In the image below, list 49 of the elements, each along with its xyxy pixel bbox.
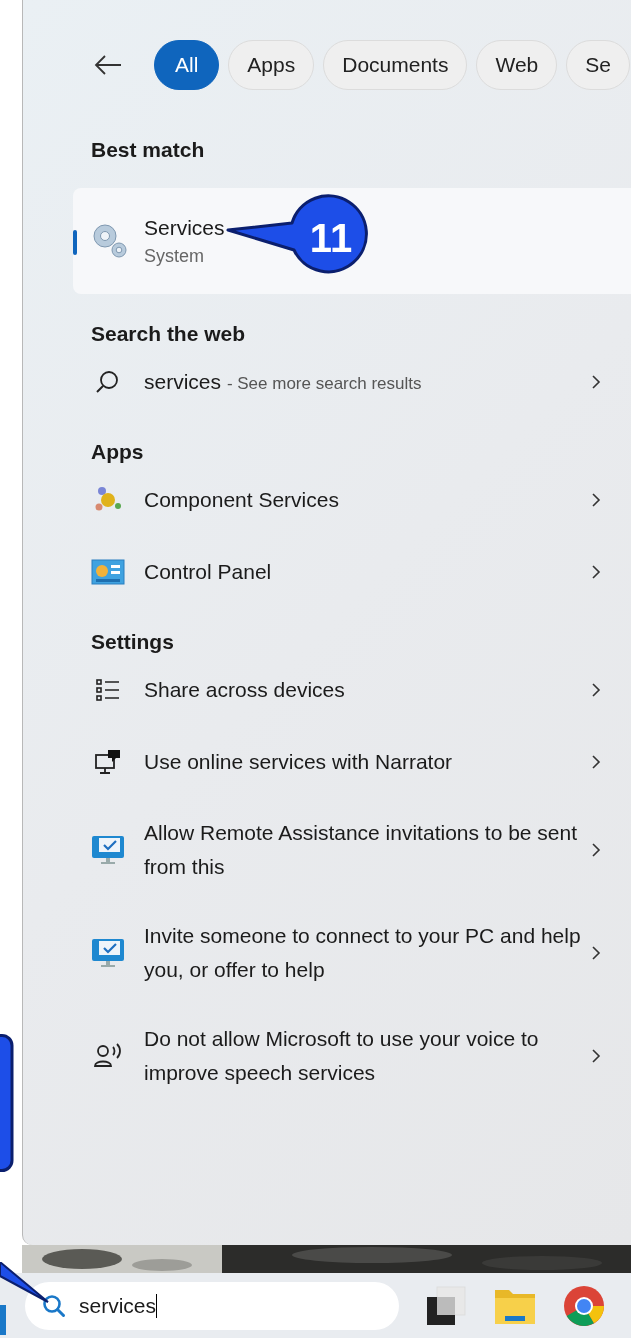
selection-indicator — [73, 230, 77, 255]
task-view-icon[interactable] — [425, 1284, 467, 1327]
result-title: Services — [144, 215, 225, 240]
settings-result[interactable]: Share across devices — [91, 654, 631, 726]
section-heading: Settings — [91, 630, 175, 654]
settings-result[interactable]: Use online services with Narrator — [91, 726, 631, 798]
monitor-check-icon — [91, 833, 125, 866]
result-label: Invite someone to connect to your PC and help you, or offer to help — [144, 922, 582, 983]
result-label: Share across devices — [144, 677, 346, 703]
app-result[interactable]: Component Services — [91, 464, 631, 536]
result-subtitle: System — [144, 245, 205, 267]
callout-number: 11 — [309, 216, 353, 260]
chevron-icon — [591, 374, 601, 390]
filter-tab[interactable]: Se — [566, 40, 630, 90]
chevron-icon — [591, 1047, 601, 1064]
gears-icon — [90, 221, 130, 261]
chevron-icon — [591, 682, 601, 698]
result-label: Control Panel — [144, 560, 273, 584]
filter-tab[interactable]: Documents — [323, 40, 468, 90]
result-label: Allow Remote Assistance invitations to be sent from this — [144, 819, 579, 880]
section-heading: Best match — [91, 138, 206, 162]
chevron-icon — [591, 564, 601, 580]
filter-tab[interactable]: Web — [476, 40, 558, 90]
chevron-icon — [591, 944, 601, 961]
filter-tab[interactable]: All — [154, 40, 220, 90]
section-heading: Search the web — [91, 322, 247, 346]
filter-tab[interactable]: Apps — [228, 40, 315, 90]
settings-result[interactable]: Invite someone to connect to your PC and help you, or offer to help — [91, 901, 631, 1004]
chevron-icon — [591, 841, 601, 858]
search-icon — [41, 1292, 67, 1319]
back-arrow-icon[interactable] — [93, 54, 123, 76]
section-heading: Apps — [91, 440, 145, 464]
browser-icon[interactable] — [563, 1284, 605, 1327]
result-label: Use online services with Narrator — [144, 749, 454, 775]
control-panel-icon — [91, 559, 125, 585]
web-search-query: services - See more search results — [144, 370, 423, 394]
settings-result[interactable]: Do not allow Microsoft to use your voice to improve speech services — [91, 1004, 631, 1107]
result-label: Do not allow Microsoft to use your voice to improve speech services — [144, 1025, 540, 1086]
chevron-icon — [591, 754, 601, 770]
callout-pointer — [0, 1262, 50, 1304]
monitor-check-icon — [91, 936, 125, 969]
app-result[interactable]: Control Panel — [91, 536, 631, 608]
chevron-icon — [591, 492, 601, 508]
search-text: services — [79, 1293, 158, 1318]
web-search-row[interactable]: services - See more search results — [91, 346, 631, 418]
settings-result[interactable]: Allow Remote Assistance invitations to be sent from this — [91, 798, 631, 901]
result-label: Component Services — [144, 488, 340, 512]
start-icon[interactable] — [0, 1305, 6, 1335]
taskbar-search-field[interactable]: services — [25, 1281, 399, 1330]
